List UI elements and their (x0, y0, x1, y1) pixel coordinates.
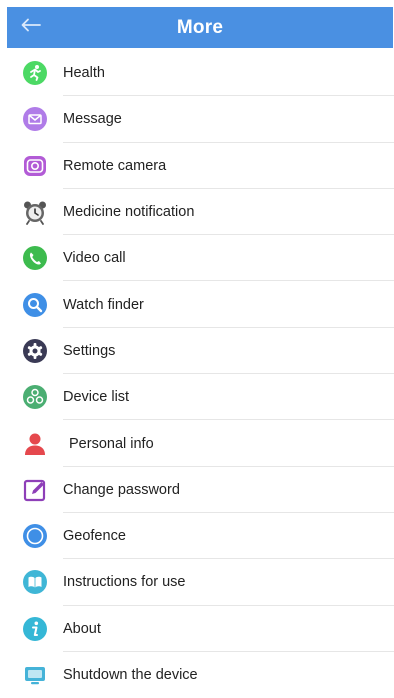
screen-power-icon (22, 662, 48, 688)
menu-item-label: Video call (63, 250, 126, 267)
circle-fence-icon (22, 523, 48, 549)
menu-item-instructions[interactable]: Instructions for use (0, 559, 394, 606)
menu-item-about[interactable]: About (0, 606, 394, 652)
menu-item-health[interactable]: Health (0, 50, 394, 97)
health-run-icon (22, 60, 48, 86)
menu-item-label: About (63, 620, 101, 637)
menu-item-shutdown[interactable]: Shutdown the device (0, 652, 394, 698)
menu-item-video-call[interactable]: Video call (0, 235, 394, 282)
menu-item-device-list[interactable]: Device list (0, 374, 394, 421)
page-title: More (176, 16, 224, 38)
menu-item-label: Health (63, 65, 105, 82)
menu-item-label: Watch finder (63, 296, 144, 313)
menu-item-label: Remote camera (63, 157, 167, 174)
menu-item-label: Settings (63, 342, 116, 359)
edit-icon (22, 477, 48, 503)
menu-item-label: Personal info (69, 435, 154, 452)
person-icon (22, 431, 48, 457)
menu-item-label: Message (63, 111, 122, 128)
menu-list: Health Message Remote camera Medicine no… (0, 50, 394, 698)
menu-item-settings[interactable]: Settings (0, 328, 394, 375)
menu-item-message[interactable]: Message (0, 96, 394, 143)
menu-item-label: Instructions for use (63, 574, 186, 591)
menu-item-geofence[interactable]: Geofence (0, 513, 394, 560)
envelope-icon (22, 106, 48, 132)
menu-item-label: Geofence (63, 528, 126, 545)
menu-item-medicine-notification[interactable]: Medicine notification (0, 189, 394, 236)
devices-icon (22, 384, 48, 410)
menu-item-remote-camera[interactable]: Remote camera (0, 143, 394, 189)
info-icon (22, 616, 48, 642)
menu-item-label: Medicine notification (63, 204, 195, 221)
menu-item-personal-info[interactable]: Personal info (0, 420, 394, 467)
menu-item-label: Change password (63, 481, 180, 498)
alarm-clock-icon (22, 199, 48, 225)
menu-item-change-password[interactable]: Change password (0, 467, 394, 513)
gear-icon (22, 338, 48, 364)
menu-item-label: Shutdown the device (63, 667, 198, 683)
camera-icon (22, 153, 48, 179)
back-button[interactable] (21, 7, 57, 48)
menu-item-label: Device list (63, 389, 130, 406)
book-icon (22, 569, 48, 595)
magnifier-icon (22, 292, 48, 318)
back-arrow-icon (21, 18, 41, 37)
menu-item-watch-finder[interactable]: Watch finder (0, 281, 394, 328)
phone-icon (22, 245, 48, 271)
top-bar: More (7, 7, 393, 48)
